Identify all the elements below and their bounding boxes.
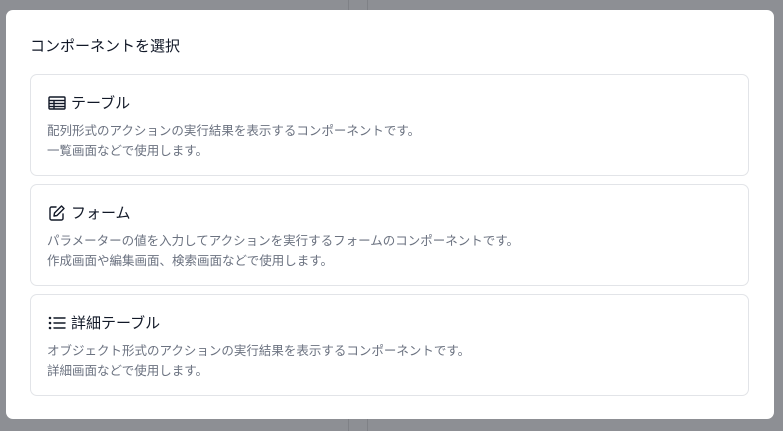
card-description: パラメーターの値を入力してアクションを実行するフォームのコンポーネントです。 作… bbox=[47, 231, 519, 271]
dialog-title: コンポーネントを選択 bbox=[30, 37, 181, 55]
component-option-form[interactable]: フォーム パラメーターの値を入力してアクションを実行するフォームのコンポーネント… bbox=[30, 184, 749, 286]
component-option-detail-table[interactable]: 詳細テーブル オブジェクト形式のアクションの実行結果を表示するコンポーネントです… bbox=[30, 294, 749, 396]
card-title: フォーム bbox=[71, 204, 131, 222]
card-description: 配列形式のアクションの実行結果を表示するコンポーネントです。 一覧画面などで使用… bbox=[47, 121, 420, 161]
card-description: オブジェクト形式のアクションの実行結果を表示するコンポーネントです。 詳細画面な… bbox=[47, 341, 470, 381]
card-header: テーブル bbox=[47, 93, 130, 113]
card-description-line: パラメーターの値を入力してアクションを実行するフォームのコンポーネントです。 bbox=[47, 233, 520, 248]
table-icon bbox=[47, 93, 67, 113]
card-description-line: 一覧画面などで使用します。 bbox=[47, 143, 209, 158]
list-icon bbox=[47, 313, 67, 333]
card-header: 詳細テーブル bbox=[47, 313, 160, 333]
card-title: 詳細テーブル bbox=[71, 314, 161, 332]
edit-icon bbox=[47, 203, 67, 223]
component-select-dialog: コンポーネントを選択 テーブル 配列形式のアクションの実行結果を表示するコンポー… bbox=[6, 10, 774, 419]
card-description-line: 作成画面や編集画面、検索画面などで使用します。 bbox=[47, 253, 334, 268]
card-header: フォーム bbox=[47, 203, 131, 223]
card-description-line: オブジェクト形式のアクションの実行結果を表示するコンポーネントです。 bbox=[47, 343, 471, 358]
card-description-line: 配列形式のアクションの実行結果を表示するコンポーネントです。 bbox=[47, 123, 421, 138]
card-description-line: 詳細画面などで使用します。 bbox=[47, 363, 209, 378]
card-title: テーブル bbox=[71, 94, 131, 112]
component-option-table[interactable]: テーブル 配列形式のアクションの実行結果を表示するコンポーネントです。 一覧画面… bbox=[30, 74, 749, 176]
